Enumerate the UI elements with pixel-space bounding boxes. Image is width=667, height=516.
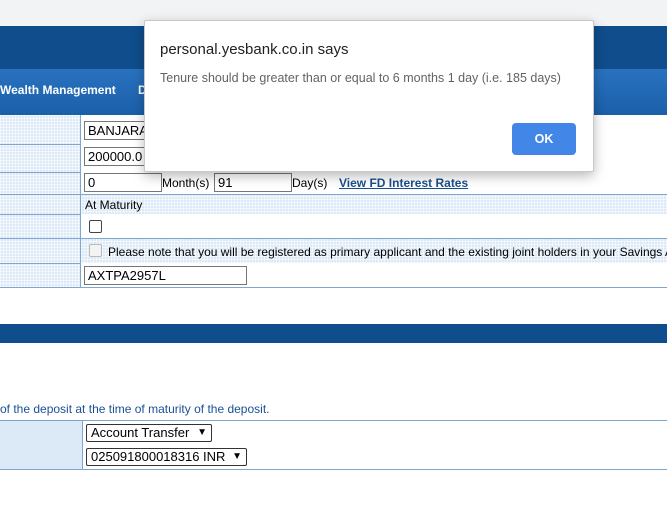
value-cell: At Maturity: [81, 194, 667, 214]
form-row-pan: AXTPA2957L: [0, 263, 667, 288]
value-cell: Please note that you will be registered …: [81, 238, 667, 263]
label-cell: [0, 144, 81, 172]
tenure-months-input[interactable]: 0: [84, 173, 162, 192]
value-cell: Account Transfer ▼: [82, 421, 667, 445]
form-row-account: 025091800018316 INR ▼: [0, 445, 667, 470]
maturity-note: of the deposit at the time of maturity o…: [0, 402, 270, 416]
maturity-mode-select[interactable]: Account Transfer ▼: [86, 424, 212, 442]
payout-text: At Maturity: [85, 198, 143, 212]
view-fd-rates-link[interactable]: View FD Interest Rates: [339, 176, 468, 190]
form-row-joint-note: Please note that you will be registered …: [0, 238, 667, 264]
ok-button[interactable]: OK: [512, 123, 576, 155]
joint-holder-note: Please note that you will be registered …: [108, 245, 667, 259]
dialog-message: Tenure should be greater than or equal t…: [160, 71, 561, 85]
label-cell: [0, 263, 81, 287]
value-cell: 025091800018316 INR ▼: [82, 445, 667, 469]
months-label: Month(s): [162, 176, 210, 190]
value-cell: [81, 214, 667, 238]
account-select[interactable]: 025091800018316 INR ▼: [86, 448, 247, 466]
maturity-mode-value: Account Transfer: [91, 425, 190, 440]
joint-holder-checkbox[interactable]: [89, 244, 102, 257]
form-row-maturity-mode: Account Transfer ▼: [0, 420, 667, 446]
value-cell: 0 Month(s) 91 Day(s) View FD Interest Ra…: [81, 172, 667, 194]
form-row-checkbox: [0, 214, 667, 239]
section-divider-band: [0, 324, 667, 343]
tenure-days-input[interactable]: 91: [214, 173, 292, 192]
chevron-down-icon: ▼: [232, 451, 242, 462]
account-value: 025091800018316 INR: [91, 449, 226, 464]
label-cell: [0, 172, 81, 194]
label-cell: [0, 194, 81, 214]
label-cell: [0, 238, 81, 263]
pan-field[interactable]: AXTPA2957L: [84, 266, 247, 285]
option-checkbox[interactable]: [89, 220, 102, 233]
value-cell: AXTPA2957L: [81, 263, 667, 287]
alert-dialog: personal.yesbank.co.in says Tenure shoul…: [144, 20, 594, 172]
label-cell: [0, 115, 81, 144]
nav-item-wealth-management[interactable]: Wealth Management: [0, 83, 116, 97]
chevron-down-icon: ▼: [197, 427, 207, 438]
label-cell: [0, 214, 81, 238]
dialog-title: personal.yesbank.co.in says: [160, 41, 349, 58]
form-row-tenure: 0 Month(s) 91 Day(s) View FD Interest Ra…: [0, 172, 667, 195]
days-label: Day(s): [292, 176, 328, 190]
form-row-payout: At Maturity: [0, 194, 667, 215]
